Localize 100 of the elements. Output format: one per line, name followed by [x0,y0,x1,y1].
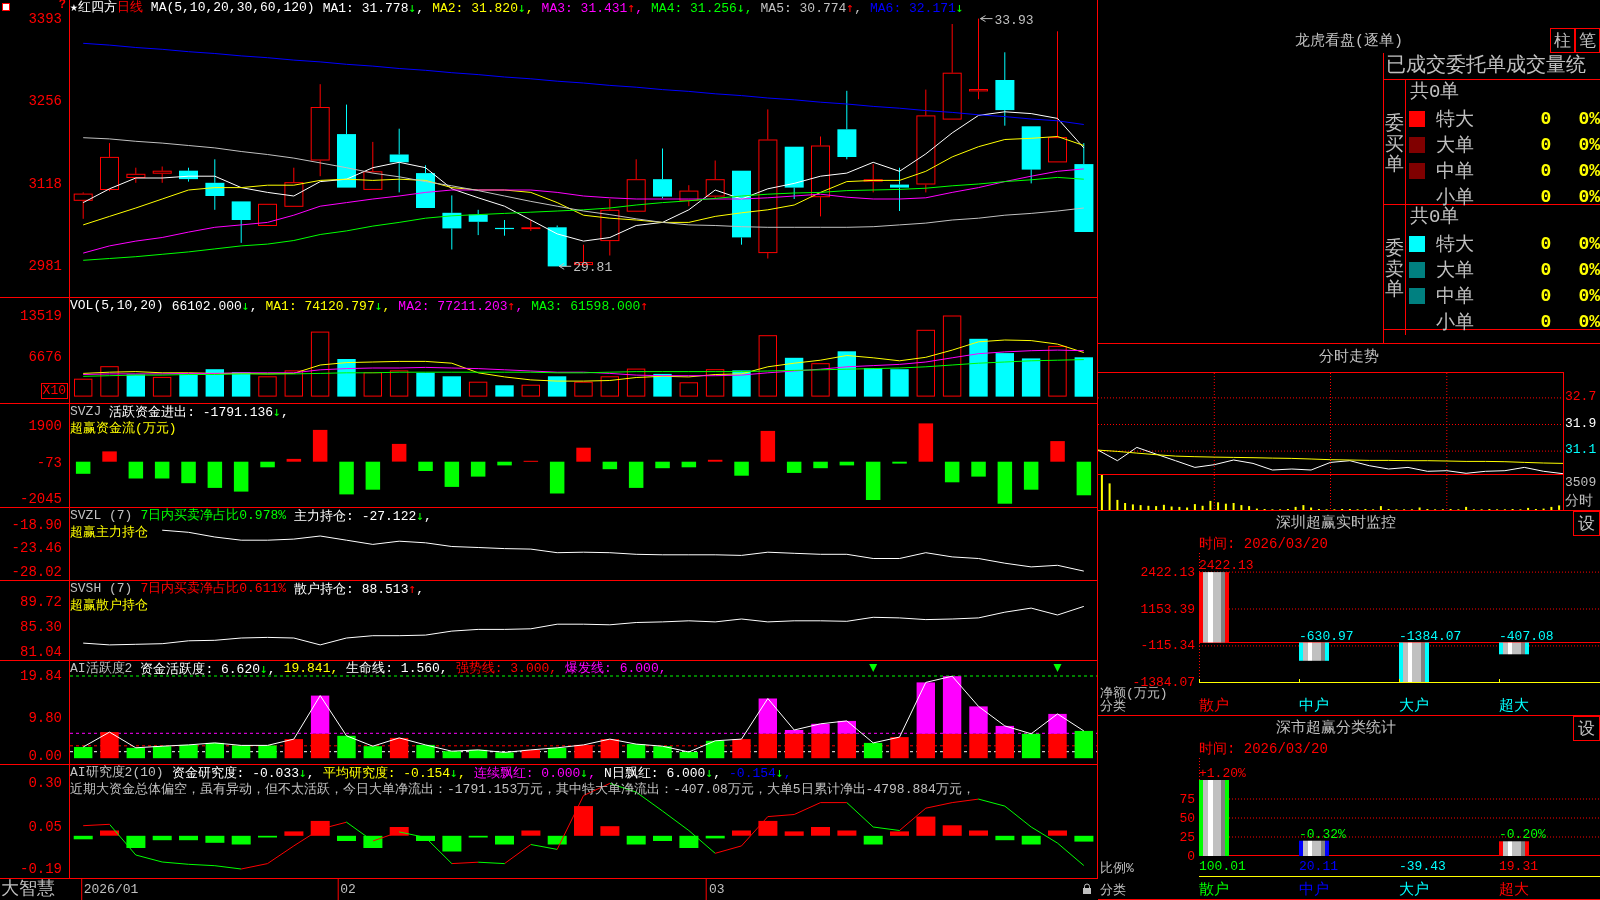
axis-label: 2981 [28,258,62,275]
annotation: 29.81 [573,260,613,276]
value-label: -630.97 [1299,628,1354,644]
indicator-label: 平均研究度: -0.154↓, [322,765,466,782]
indicator-label: MA1: 74120.797↓, [265,298,391,315]
indicator-label: MA2: 31.820↓, [432,0,534,17]
indicator-label: VOL(5,10,20) [70,298,164,315]
category-label: 中户 [1299,882,1329,899]
order-count: 0 [1539,260,1553,280]
axis-label: 75 [1179,792,1195,806]
axis-label: -73 [36,455,62,472]
axis-label: 0.30 [28,775,62,792]
panel-title: 龙虎看盘(逐单) [1295,31,1403,50]
indicator-label: MA3: 61598.000↑ [531,298,649,315]
order-size-label: 特大 [1436,108,1475,132]
order-size-label: 大单 [1436,259,1475,283]
indicator-label: 资金活跃度: 6.620↓, [140,661,276,678]
axis-label: 85.30 [20,619,62,636]
indicator-label: N日飘红: 6.000↓, [604,765,722,782]
order-count: 0 [1539,286,1553,306]
indicator-label: 66102.000↓, [171,298,258,315]
indicator-label: 活跃资金进出: -1791.136↓, [109,404,289,421]
table-title: 已成交委托单成交量统 [1386,54,1586,77]
indicator-label: MA6: 32.171↓ [870,0,964,17]
axis-label: -18.90 [11,516,62,533]
panel-title: 深市超赢分类统计 [1275,718,1396,739]
axis-label: 1900 [28,418,62,435]
indicator-label: MA2: 77211.203↑, [398,298,524,315]
change-label: -0.20% [1499,827,1546,843]
order-size-label: 中单 [1436,160,1475,184]
indicator-label: MA4: 31.256↓, [651,0,753,17]
order-share: 0% [1577,109,1600,129]
order-size-label: 特大 [1436,233,1475,257]
order-share: 0% [1577,187,1600,207]
chart-title: 超赢散户持仓 [70,598,148,614]
axis-label: 0.00 [28,748,62,764]
chart-title: 超赢主力持仓 [70,525,148,541]
value-label: 100.01 [1199,858,1246,874]
value-label: -39.43 [1399,858,1446,874]
indicator-label: 散户持仓: 88.513↑, [294,581,425,598]
indicator-label: 资金研究度: -0.033↓, [171,765,315,782]
indicator-label: SVZL (7) [70,508,133,525]
indicator-label: AI活跃度2 [70,661,133,678]
axis-label: 89.72 [20,593,62,610]
panel-title: 深圳超赢实时监控 [1275,513,1396,534]
category-label: 大户 [1399,882,1429,899]
order-count: 0 [1539,161,1553,181]
axis-label: 9.80 [28,709,62,726]
value-label: 2422.13 [1199,558,1254,574]
order-total: 共0单 [1410,81,1460,103]
annotation: 33.93 [994,12,1034,28]
indicator-label: MA3: 31.431↑, [541,0,644,17]
axis-label: -115.34 [1140,639,1195,653]
axis-label: 50 [1179,811,1195,825]
axis-label: -2045 [20,491,62,507]
scale-label: 3509 [1565,475,1597,491]
period-label: 日线 [116,0,143,17]
indicator-label: -0.154↓, [729,765,792,782]
axis-label: 3393 [28,10,62,27]
axis-label: -28.02 [11,564,62,580]
group-label: 委卖单 [1385,238,1404,302]
date-label: 02 [337,879,356,900]
indicator-label: 连续飘红: 0.000↓, [473,765,596,782]
change-label: +1.20% [1199,766,1246,781]
order-count: 0 [1539,312,1553,332]
category-label: 中户 [1299,698,1329,715]
change-label: -0.32% [1299,826,1346,842]
axis-label: 6676 [28,348,62,365]
axis-label: 19.84 [20,668,62,684]
order-share: 0% [1577,161,1600,181]
order-count: 0 [1539,187,1553,207]
order-share: 0% [1577,286,1600,306]
order-count: 0 [1539,109,1553,129]
brand-name: 大智慧 [0,879,55,899]
chart-label: 分时 [1565,493,1593,509]
axis-label: 0 [1187,849,1195,863]
axis-label: 0.05 [28,819,62,835]
category-label: 大户 [1399,698,1429,715]
chart-title: 超赢资金流(万元) [70,421,177,437]
date-label: 2026/01 [80,879,139,900]
order-size-label: 中单 [1436,285,1475,309]
order-count: 0 [1539,234,1553,254]
indicator-label: 7日内买卖净占比0.978% [140,508,287,525]
category-label: 散户 [1199,698,1229,715]
axis-label: 2422.13 [1140,565,1195,579]
indicator-label: AI研究度2(10) [70,765,164,782]
date-label: 03 [705,879,725,900]
timestamp: 时间: 2026/03/20 [1199,741,1328,757]
axis-title: 分类 [1100,884,1126,897]
axis-label: 31.1 [1565,442,1597,459]
indicator-label: MA(5,10,20,30,60,120) [150,0,315,17]
axis-label: 3256 [28,93,62,109]
panel-title: 分时走势 [1319,349,1379,366]
order-share: 0% [1577,312,1600,332]
unit-label: X10 [40,383,68,399]
indicator-label: 7日内买卖净占比0.611% [140,581,287,598]
category-label: 超大 [1499,698,1529,715]
group-label: 委买单 [1385,113,1404,177]
value-label: 20.11 [1299,858,1338,874]
axis-title: 分类 [1100,700,1126,713]
